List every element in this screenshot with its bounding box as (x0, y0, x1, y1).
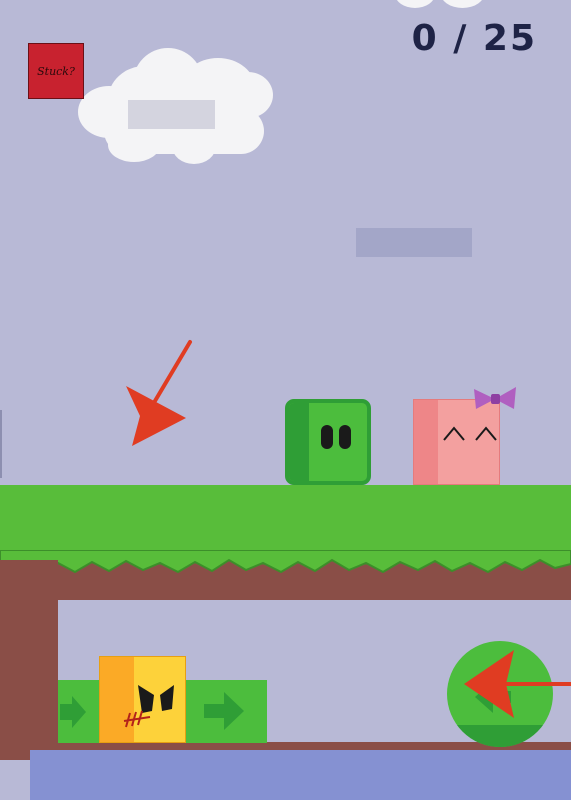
pink-block-shade (414, 400, 438, 484)
round-button-shadow (447, 725, 553, 747)
left-edge-wall (0, 410, 2, 478)
bow-icon (474, 387, 516, 409)
red-arrow-icon (464, 650, 571, 718)
yellow-enemy-block[interactable] (99, 656, 186, 743)
closed-eyes (443, 426, 497, 441)
grass-edge (0, 550, 571, 574)
green-right-arrow-icon (60, 696, 86, 728)
stuck-button[interactable]: Stuck? (28, 43, 84, 99)
angry-face (123, 685, 174, 728)
dirt-wall (0, 560, 58, 760)
eye (339, 425, 351, 449)
green-block-shade (289, 403, 309, 481)
cloud-top-right (395, 0, 495, 10)
green-right-arrow-icon (204, 692, 244, 730)
floating-platform (128, 100, 215, 129)
floating-platform (356, 228, 472, 257)
stuck-button-label: Stuck? (37, 64, 75, 78)
green-player-block[interactable] (285, 399, 371, 485)
collectible-counter: 0 / 25 (411, 18, 537, 59)
red-arrow-icon (126, 340, 192, 446)
water (30, 750, 571, 800)
pink-character-block[interactable] (413, 399, 500, 485)
eye (321, 425, 333, 449)
